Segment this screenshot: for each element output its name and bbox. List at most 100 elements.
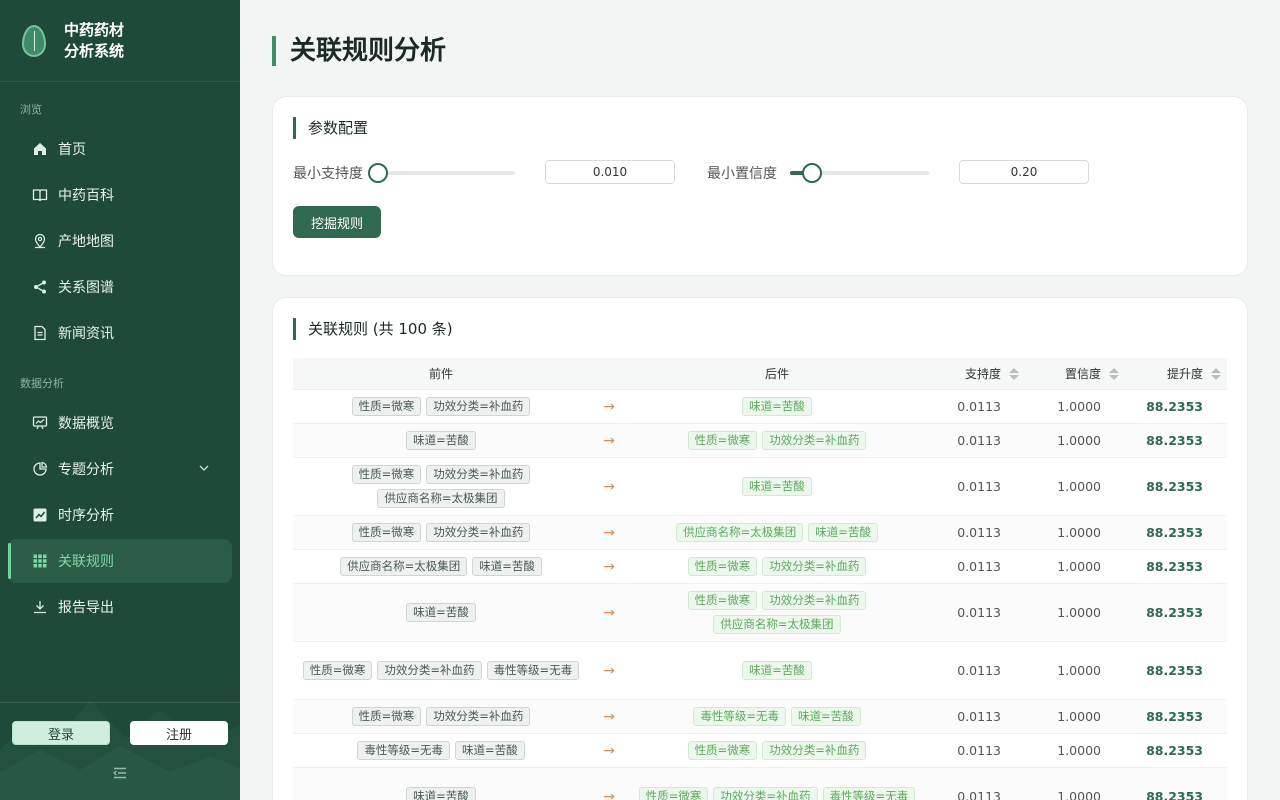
rule-arrow-icon: → <box>603 432 615 449</box>
map-pin-icon <box>32 233 48 249</box>
rule-arrow-icon: → <box>603 604 615 621</box>
support-value: 0.0113 <box>957 663 1001 678</box>
table-row: 味道=苦酸 → 性质=微寒 功效分类=补血药 毒性等级=无毒 0.0113 1.0000 88… <box>293 768 1227 800</box>
table-row: 味道=苦酸 → 性质=微寒 功效分类=补血药 供应商名称=太极集团 0.0113 1.000… <box>293 584 1227 642</box>
params-card-title: 参数配置 <box>293 117 368 139</box>
min-support-input[interactable]: 0.010 <box>545 160 675 184</box>
lift-value: 88.2353 <box>1146 709 1203 724</box>
confidence-value: 1.0000 <box>1057 479 1101 494</box>
support-value: 0.0113 <box>957 399 1001 414</box>
antecedent-tag: 味道=苦酸 <box>406 603 476 622</box>
register-button[interactable]: 注册 <box>130 721 228 745</box>
brand-title: 中药药材 分析系统 <box>64 20 125 60</box>
consequent-tag: 供应商名称=太极集团 <box>713 615 841 634</box>
rule-arrow-icon: → <box>603 478 615 495</box>
consequent-cell: 性质=微寒 功效分类=补血药 毒性等级=无毒 <box>629 781 925 800</box>
sidebar-item-home[interactable]: 首页 <box>8 127 232 171</box>
consequent-tag: 供应商名称=太极集团 <box>676 523 804 542</box>
sidebar-item-association-rules[interactable]: 关联规则 <box>8 539 232 583</box>
min-confidence-label: 最小置信度 <box>707 166 777 182</box>
consequent-tag: 毒性等级=无毒 <box>822 787 916 800</box>
consequent-tag: 性质=微寒 <box>687 557 758 576</box>
antecedent-cell: 毒性等级=无毒 味道=苦酸 <box>293 735 589 766</box>
consequent-tag: 性质=微寒 <box>687 741 758 760</box>
antecedent-cell: 性质=微寒 功效分类=补血药 <box>293 391 589 422</box>
rule-arrow-icon: → <box>603 788 615 800</box>
mine-rules-button[interactable]: 挖掘规则 <box>293 206 381 238</box>
antecedent-tag: 性质=微寒 <box>351 465 422 484</box>
consequent-tag: 性质=微寒 <box>638 787 709 800</box>
min-support-slider-handle[interactable] <box>368 163 388 183</box>
chevron-down-icon[interactable] <box>198 462 210 477</box>
consequent-cell: 性质=微寒 功效分类=补血药 <box>629 425 925 456</box>
rule-arrow-icon: → <box>603 708 615 725</box>
confidence-value: 1.0000 <box>1057 525 1101 540</box>
antecedent-tag: 功效分类=补血药 <box>426 465 531 484</box>
consequent-tag: 功效分类=补血药 <box>713 787 818 800</box>
column-header-support[interactable]: 支持度 <box>925 365 1025 382</box>
column-header-lift[interactable]: 提升度 <box>1125 365 1227 382</box>
leaf-logo-icon <box>22 24 46 57</box>
table-header: 前件 后件 支持度 置信度 提升度 <box>293 358 1227 390</box>
sort-icon[interactable] <box>1211 367 1221 380</box>
min-confidence-input[interactable]: 0.20 <box>959 160 1089 184</box>
table-row: 毒性等级=无毒 味道=苦酸 → 性质=微寒 功效分类=补血药 0.0113 1.0000 88… <box>293 734 1227 768</box>
min-confidence-slider[interactable] <box>790 163 929 183</box>
lift-value: 88.2353 <box>1146 663 1203 678</box>
rules-card: 关联规则 (共 100 条) 前件 后件 支持度 置信度 提升度 性质=微寒 功效… <box>272 297 1248 800</box>
sidebar-footer: 登录 注册 <box>0 702 240 800</box>
consequent-tag: 功效分类=补血药 <box>762 557 867 576</box>
sidebar-item-origin-map[interactable]: 产地地图 <box>8 219 232 263</box>
consequent-tag: 功效分类=补血药 <box>762 431 867 450</box>
sidebar-item-topic-analysis[interactable]: 专题分析 <box>8 447 232 491</box>
antecedent-cell: 性质=微寒 功效分类=补血药供应商名称=太极集团 <box>293 459 589 514</box>
antecedent-tag: 味道=苦酸 <box>406 431 476 450</box>
consequent-cell: 性质=微寒 功效分类=补血药 <box>629 735 925 766</box>
home-icon <box>32 141 48 157</box>
consequent-cell: 味道=苦酸 <box>629 471 925 502</box>
confidence-value: 1.0000 <box>1057 789 1101 800</box>
share-icon <box>32 279 48 295</box>
min-confidence-slider-handle[interactable] <box>802 163 823 183</box>
column-header-confidence[interactable]: 置信度 <box>1025 365 1125 382</box>
lift-value: 88.2353 <box>1146 559 1203 574</box>
sort-icon[interactable] <box>1109 367 1119 380</box>
consequent-cell: 供应商名称=太极集团 味道=苦酸 <box>629 517 925 548</box>
table-row: 性质=微寒 功效分类=补血药 → 味道=苦酸 0.0113 1.0000 88.2353 <box>293 390 1227 424</box>
antecedent-tag: 供应商名称=太极集团 <box>377 489 505 508</box>
book-icon <box>32 187 48 203</box>
antecedent-tag: 毒性等级=无毒 <box>357 741 450 760</box>
antecedent-tag: 功效分类=补血药 <box>426 707 531 726</box>
consequent-tag: 味道=苦酸 <box>742 661 812 680</box>
column-header-consequent: 后件 <box>764 367 789 381</box>
sidebar-item-timeseries[interactable]: 时序分析 <box>8 493 232 537</box>
antecedent-tag: 功效分类=补血药 <box>426 397 531 416</box>
consequent-cell: 味道=苦酸 <box>629 655 925 686</box>
sidebar-item-encyclopedia[interactable]: 中药百科 <box>8 173 232 217</box>
menu-collapse-icon[interactable] <box>112 765 128 781</box>
main-content: 关联规则分析 参数配置 最小支持度 0.010 最小置信度 0.20 挖掘规则 … <box>240 0 1280 800</box>
consequent-tag: 功效分类=补血药 <box>762 591 867 610</box>
document-icon <box>32 325 48 341</box>
login-button[interactable]: 登录 <box>12 721 110 745</box>
confidence-value: 1.0000 <box>1057 663 1101 678</box>
consequent-tag: 毒性等级=无毒 <box>693 707 786 726</box>
rule-arrow-icon: → <box>603 558 615 575</box>
lift-value: 88.2353 <box>1146 743 1203 758</box>
table-row: 性质=微寒 功效分类=补血药 → 毒性等级=无毒 味道=苦酸 0.0113 1.0000 88… <box>293 700 1227 734</box>
sort-icon[interactable] <box>1009 367 1019 380</box>
download-icon <box>32 599 48 615</box>
sidebar-item-relation-graph[interactable]: 关系图谱 <box>8 265 232 309</box>
table-row: 性质=微寒 功效分类=补血药 → 供应商名称=太极集团 味道=苦酸 0.0113 1.000… <box>293 516 1227 550</box>
table-row: 味道=苦酸 → 性质=微寒 功效分类=补血药 0.0113 1.0000 88.2353 <box>293 424 1227 458</box>
antecedent-cell: 味道=苦酸 <box>293 597 589 628</box>
confidence-value: 1.0000 <box>1057 709 1101 724</box>
sidebar-item-news[interactable]: 新闻资讯 <box>8 311 232 355</box>
sidebar-item-report-export[interactable]: 报告导出 <box>8 585 232 629</box>
consequent-cell: 味道=苦酸 <box>629 391 925 422</box>
min-support-slider[interactable] <box>368 163 515 183</box>
sidebar-item-data-overview[interactable]: 数据概览 <box>8 401 232 445</box>
section-label-analysis: 数据分析 <box>20 377 64 390</box>
antecedent-cell: 味道=苦酸 <box>293 781 589 800</box>
antecedent-tag: 性质=微寒 <box>351 707 422 726</box>
